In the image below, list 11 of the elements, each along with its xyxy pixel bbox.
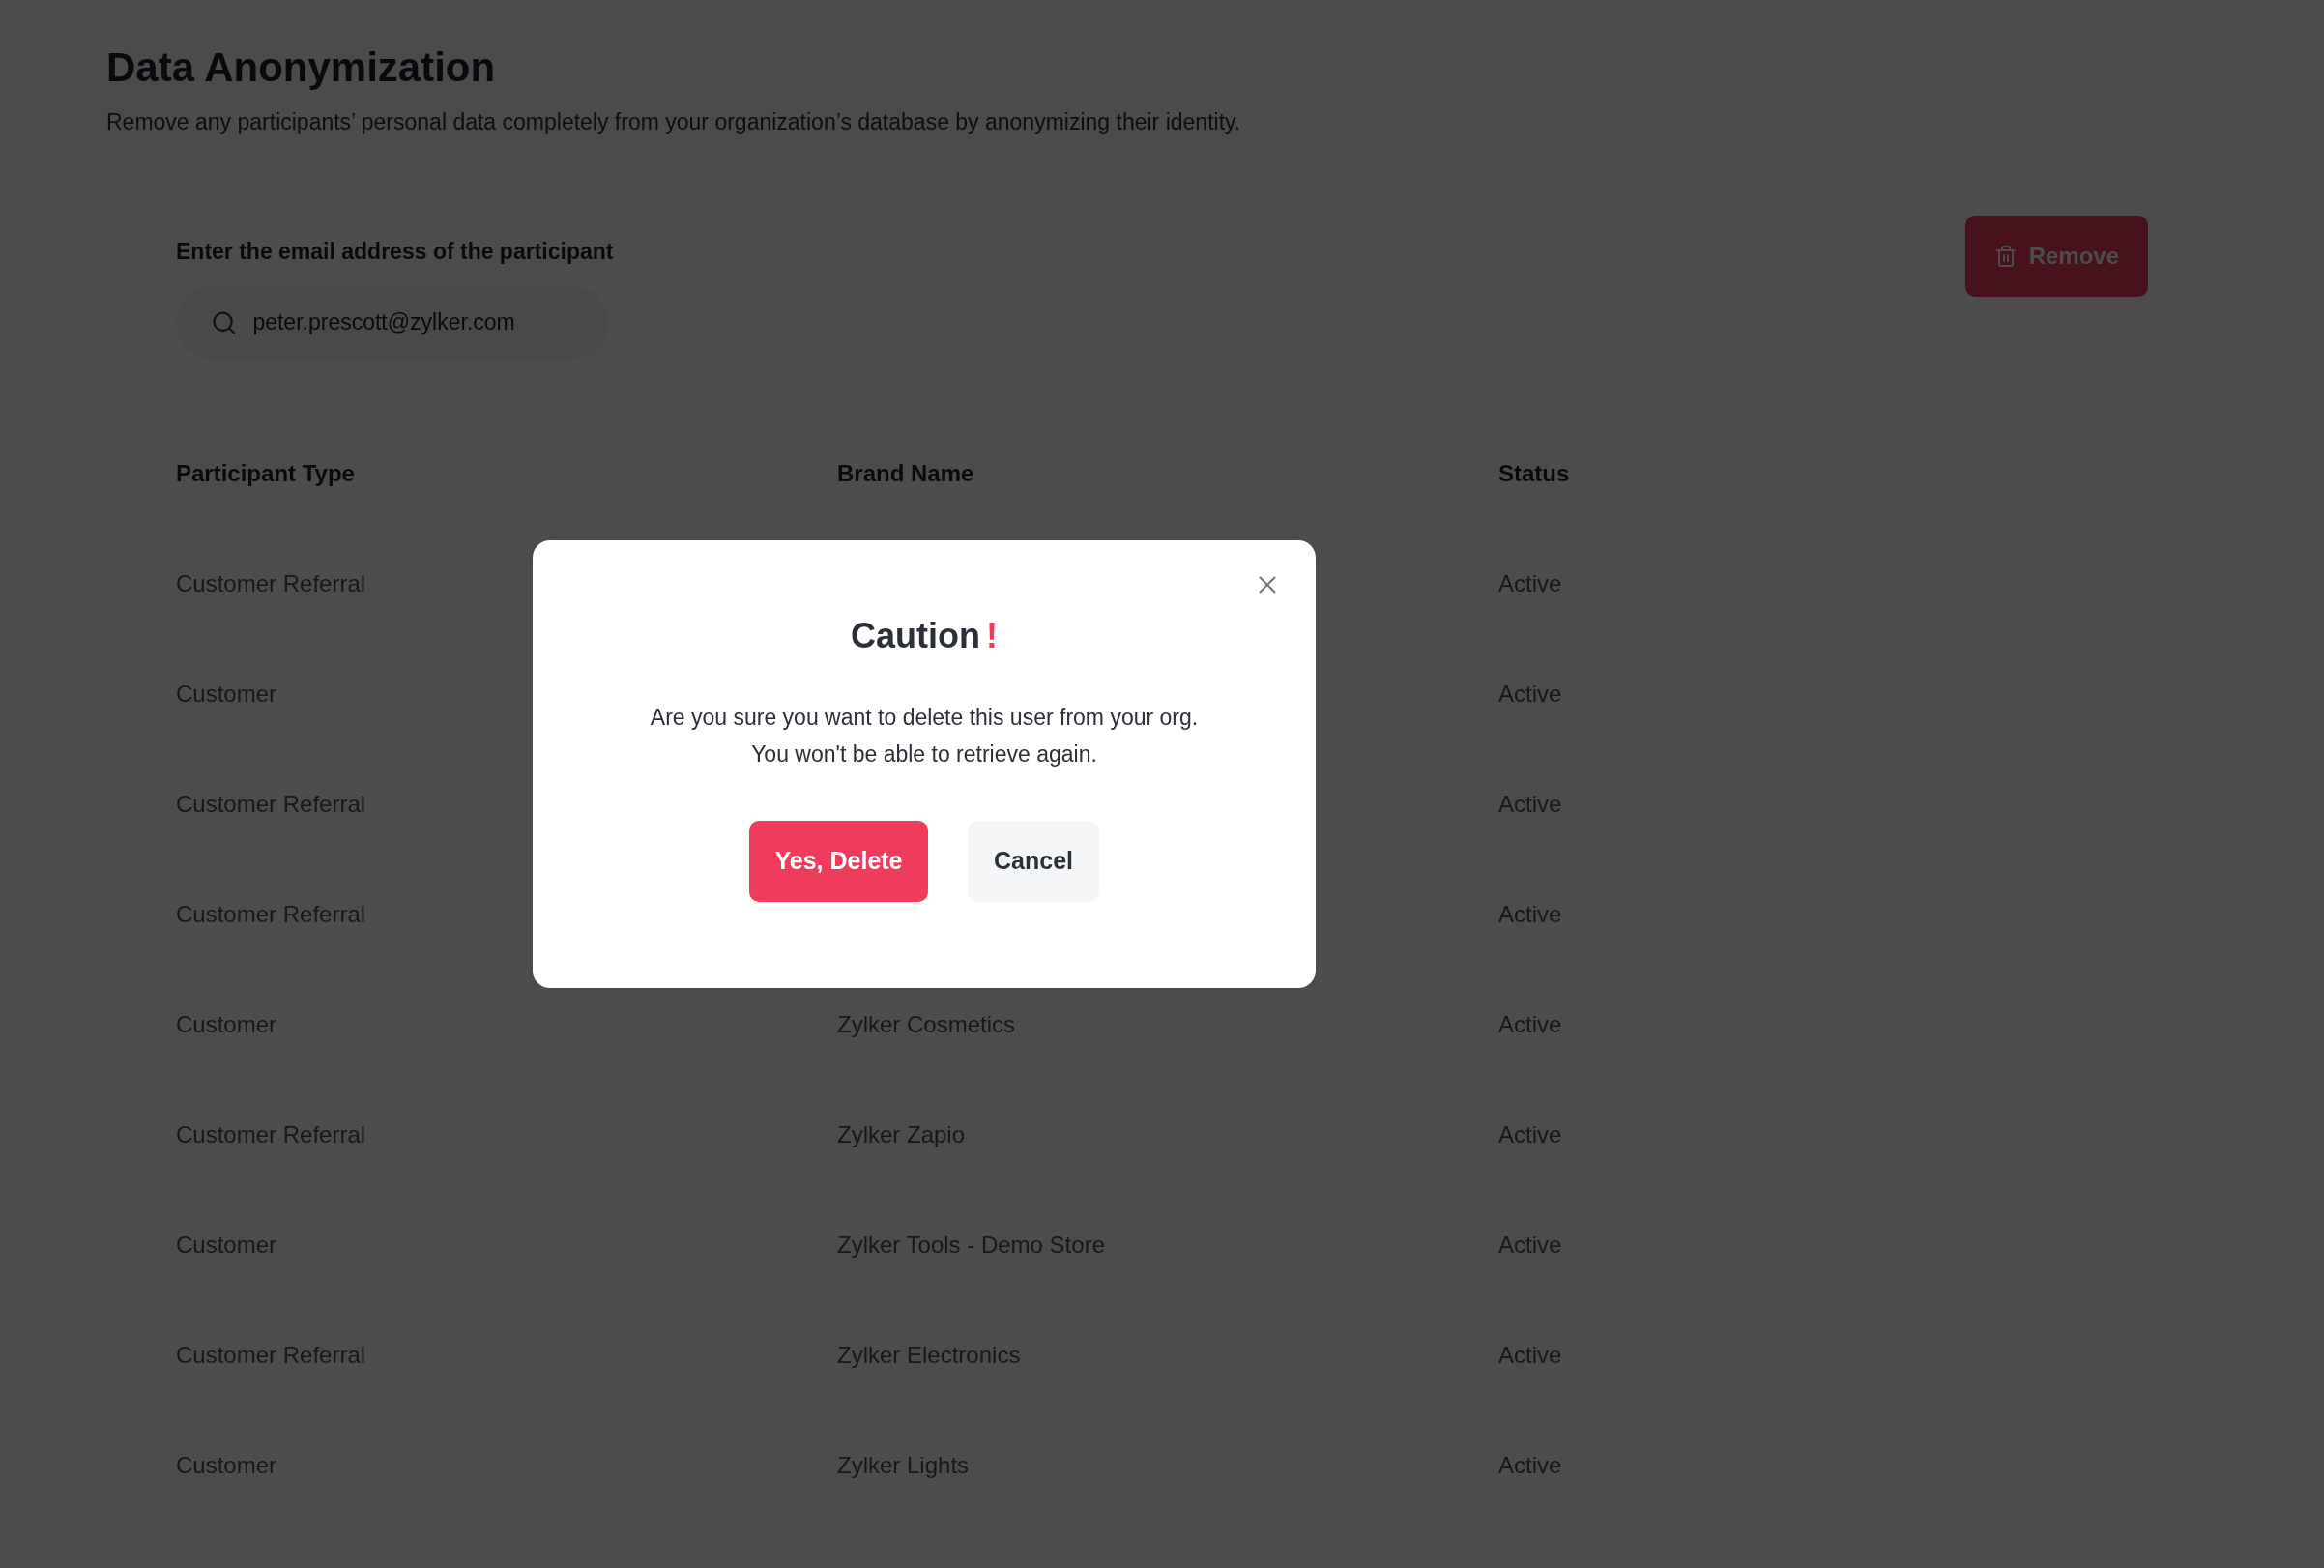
- dialog-message: Are you sure you want to delete this user from your org. You won't be able to retrieve again.: [650, 704, 1199, 769]
- column-header: Brand Name: [837, 458, 975, 488]
- page-title: Data Anonymization: [106, 44, 497, 92]
- cancel-button[interactable]: Cancel: [968, 821, 1099, 902]
- column-header: Participant Type: [176, 458, 356, 488]
- page-subtitle: Remove any participants’ personal data completely from your organization’s database by anonymizing their identity.: [106, 107, 1242, 136]
- column-header: Status: [1498, 458, 1571, 488]
- dialog-title: Caution: [851, 615, 980, 657]
- confirm-delete-button[interactable]: Yes, Delete: [749, 821, 928, 902]
- field-label: Enter the email address of the participant: [176, 238, 614, 266]
- exclamation-mark: !: [986, 615, 998, 657]
